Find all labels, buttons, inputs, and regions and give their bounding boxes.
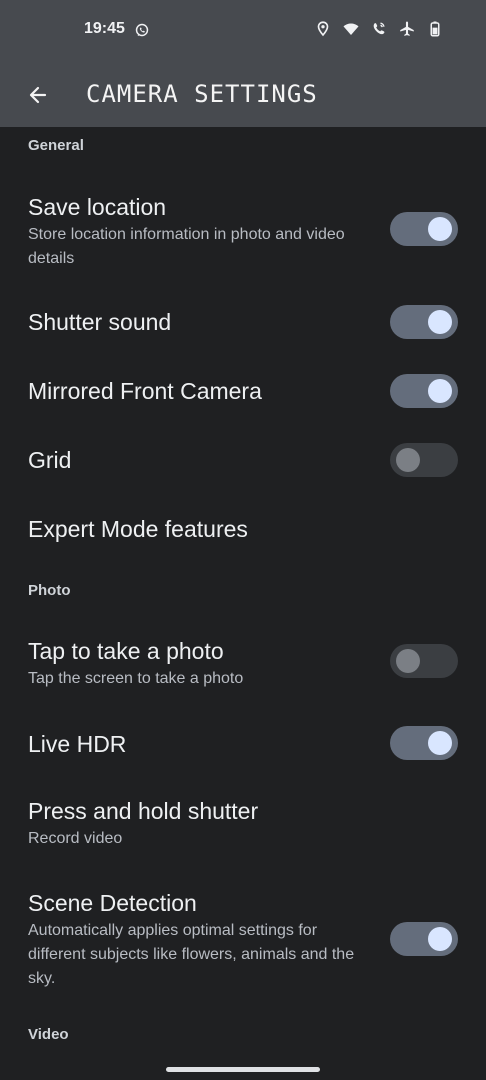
setting-expert-mode-features[interactable]: Expert Mode features [0, 496, 486, 560]
setting-title: Live HDR [28, 731, 127, 757]
navigation-handle[interactable] [166, 1067, 320, 1072]
live-hdr-toggle[interactable] [390, 726, 458, 760]
setting-press-and-hold-shutter[interactable]: Press and hold shutter Record video [0, 787, 486, 857]
setting-title: Mirrored Front Camera [28, 378, 262, 404]
scene-detection-toggle[interactable] [390, 922, 458, 956]
status-time: 19:45 [84, 20, 125, 37]
setting-mirrored-front-camera[interactable]: Mirrored Front Camera [0, 358, 486, 422]
setting-title: Scene Detection [28, 890, 197, 916]
setting-subtitle: Automatically applies optimal settings f… [28, 922, 355, 987]
setting-live-hdr[interactable]: Live HDR [0, 711, 486, 775]
status-bar: 19:45 [0, 0, 486, 62]
switch-thumb [428, 217, 452, 241]
setting-title: Shutter sound [28, 309, 172, 335]
status-icons [314, 20, 444, 38]
section-header-photo: Photo [28, 582, 71, 599]
section-header-video: Video [28, 1026, 69, 1043]
mirrored-front-camera-toggle[interactable] [390, 374, 458, 408]
airplane-icon [400, 21, 414, 36]
settings-list: General Save location Store location inf… [0, 127, 486, 1080]
section-header-general: General [28, 137, 84, 154]
back-button[interactable] [18, 75, 58, 115]
setting-tap-to-take-photo[interactable]: Tap to take a photo Tap the screen to ta… [0, 627, 486, 697]
wifi-icon [343, 23, 359, 35]
setting-subtitle: Record video [28, 830, 123, 847]
setting-title: Tap to take a photo [28, 638, 224, 664]
setting-subtitle: Store location information in photo and … [28, 226, 345, 267]
switch-thumb [396, 448, 420, 472]
whatsapp-icon [135, 23, 149, 37]
switch-thumb [428, 731, 452, 755]
switch-thumb [428, 310, 452, 334]
battery-icon [430, 21, 440, 37]
location-pin-icon [317, 21, 329, 37]
switch-thumb [396, 649, 420, 673]
switch-thumb [428, 379, 452, 403]
setting-title: Press and hold shutter [28, 798, 259, 824]
setting-title: Expert Mode features [28, 516, 248, 542]
setting-title: Save location [28, 194, 167, 220]
save-location-toggle[interactable] [390, 212, 458, 246]
setting-save-location[interactable]: Save location Store location information… [0, 185, 486, 273]
page-title: CAMERA SETTINGS [86, 80, 318, 108]
setting-title: Grid [28, 447, 72, 473]
top-chrome: 19:45 CAMERA SETTINGS [0, 0, 486, 127]
tap-to-take-photo-toggle[interactable] [390, 644, 458, 678]
app-bar: CAMERA SETTINGS [0, 62, 486, 127]
wifi-calling-icon [373, 22, 385, 35]
arrow-left-icon [29, 86, 47, 104]
shutter-sound-toggle[interactable] [390, 305, 458, 339]
setting-scene-detection[interactable]: Scene Detection Automatically applies op… [0, 879, 486, 999]
setting-grid[interactable]: Grid [0, 427, 486, 491]
setting-shutter-sound[interactable]: Shutter sound [0, 289, 486, 353]
grid-toggle[interactable] [390, 443, 458, 477]
switch-thumb [428, 927, 452, 951]
setting-subtitle: Tap the screen to take a photo [28, 670, 244, 687]
